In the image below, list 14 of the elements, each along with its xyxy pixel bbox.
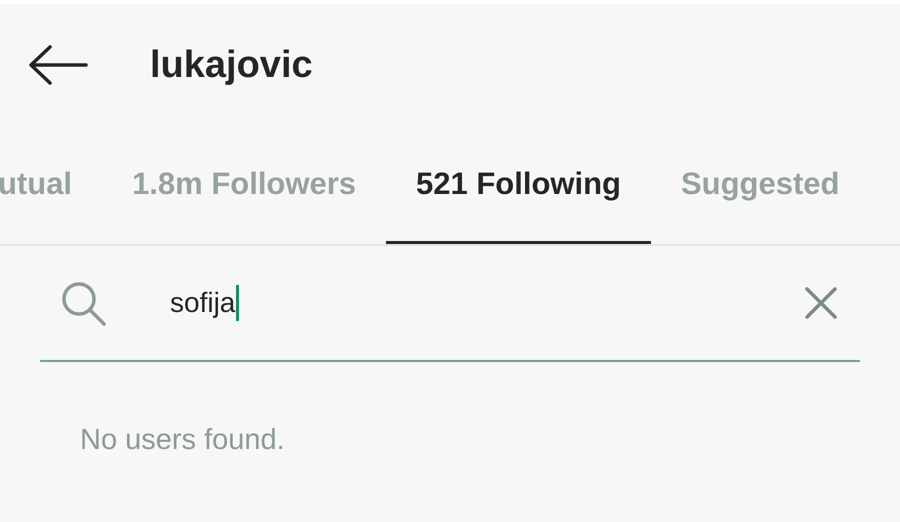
search-field[interactable]: sofija	[170, 278, 804, 328]
tab[interactable]: 1.8m Followers	[102, 126, 386, 244]
tab[interactable]: Suggested	[651, 126, 870, 244]
tab[interactable]: utual	[0, 126, 102, 244]
search-icon	[60, 280, 108, 326]
clear-button[interactable]	[804, 286, 838, 320]
back-arrow-icon	[28, 45, 88, 85]
close-icon	[804, 286, 838, 320]
search-text: sofija	[170, 287, 236, 319]
back-button[interactable]	[28, 45, 88, 85]
text-cursor	[236, 285, 240, 321]
empty-message: No users found.	[80, 424, 286, 457]
tab[interactable]: 521 Following	[386, 126, 651, 244]
username-title: lukajovic	[150, 44, 313, 86]
